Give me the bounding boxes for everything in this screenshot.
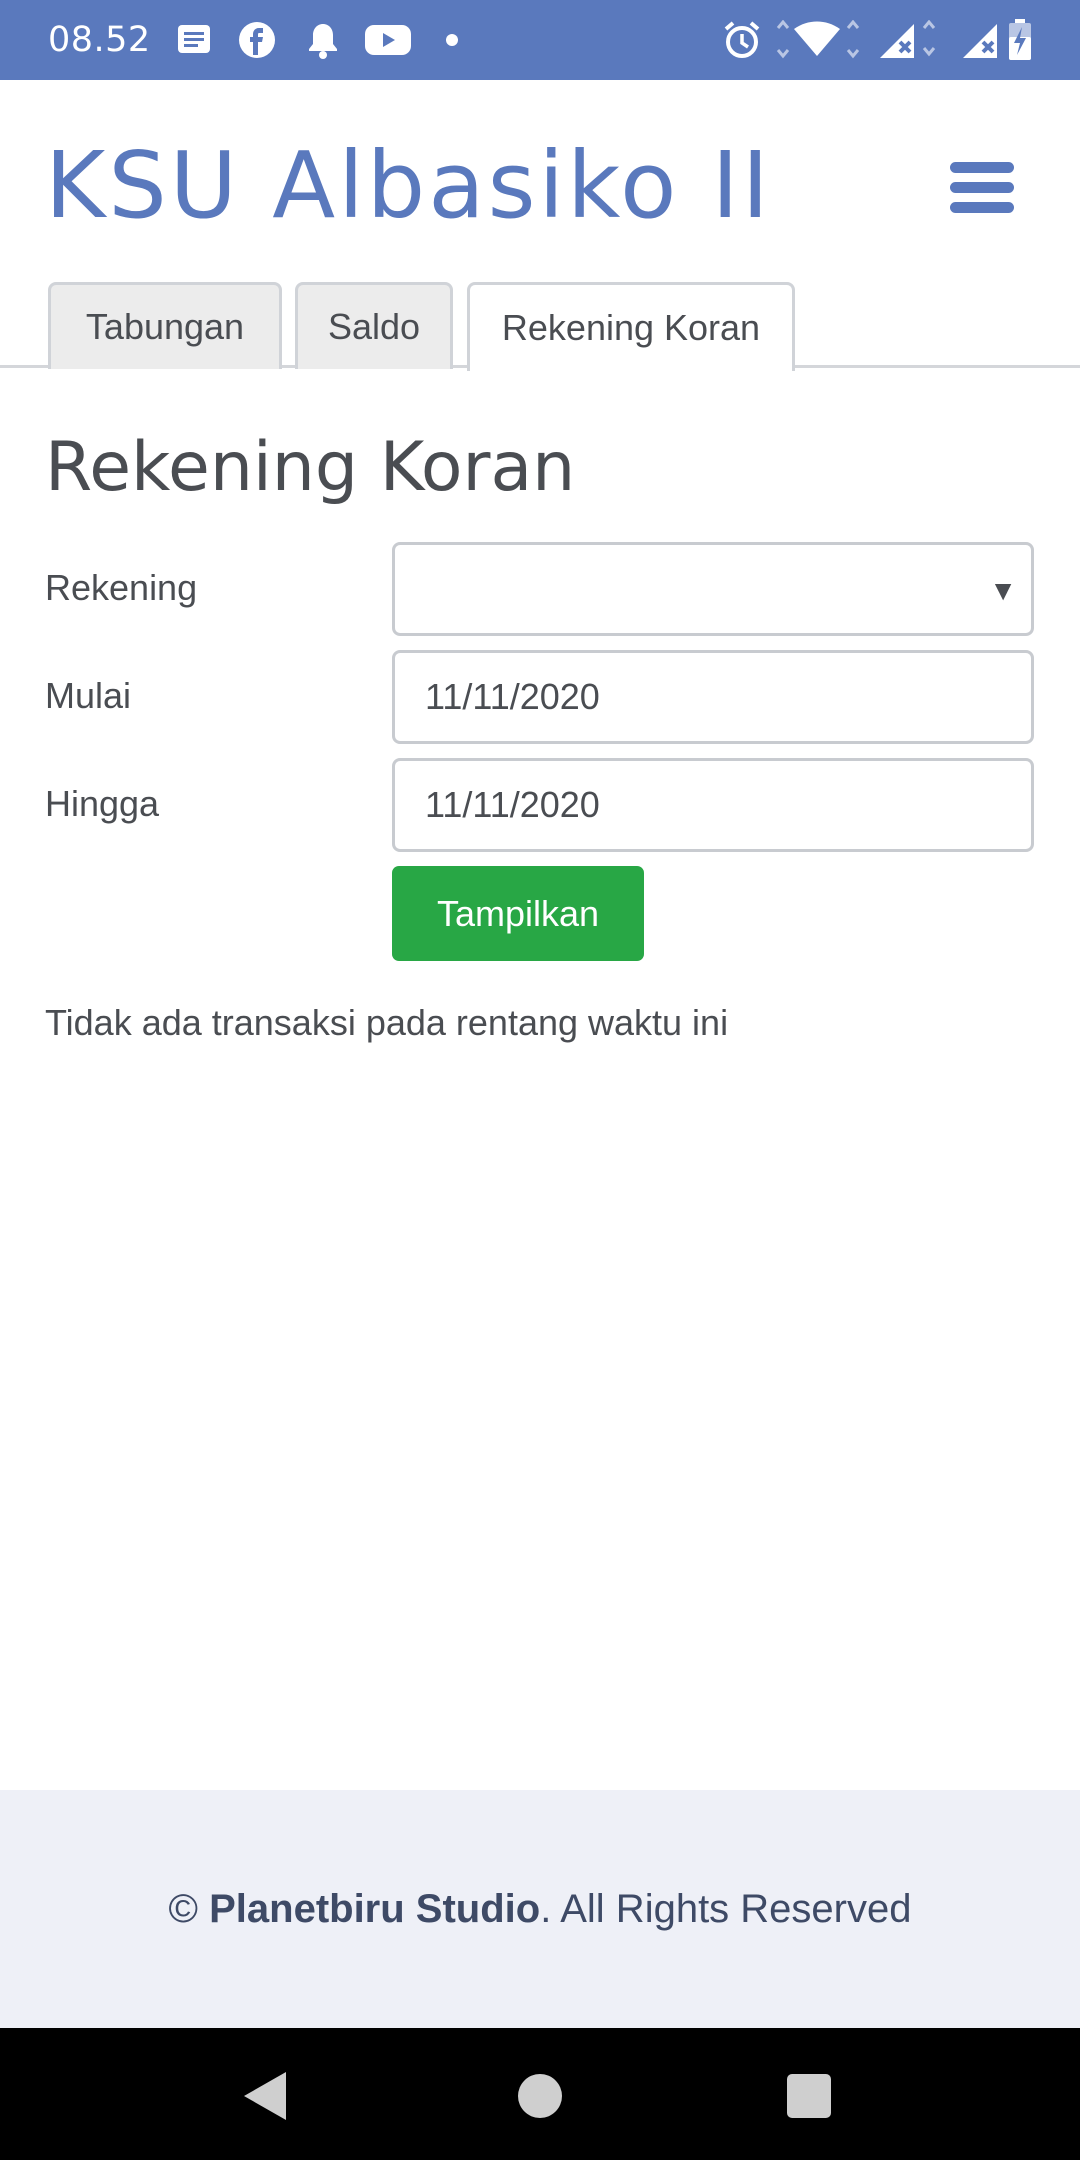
tampilkan-button[interactable]: Tampilkan [392,866,644,961]
footer: © Planetbiru Studio. All Rights Reserved [0,1790,1080,2028]
footer-suffix: . All Rights Reserved [540,1886,912,1931]
tab-saldo[interactable]: Saldo [295,282,453,369]
facebook-icon [237,20,277,60]
message-icon [174,20,214,60]
navigation-bar [0,2028,1080,2160]
app-header: KSU Albasiko II [0,80,1080,280]
hingga-date-input[interactable]: 11/11/2020 [392,758,1034,852]
tab-bar: Tabungan Saldo Rekening Koran [0,280,1080,371]
back-icon[interactable] [244,2072,286,2120]
hamburger-menu-icon[interactable] [950,162,1014,214]
signal-icon [878,20,940,60]
hingga-label: Hingga [45,783,160,824]
dot-icon [444,20,460,60]
copyright-symbol: © [168,1886,198,1931]
youtube-icon [364,20,412,60]
home-icon[interactable] [518,2074,562,2118]
bell-icon [303,20,343,60]
page-title: Rekening Koran [45,428,576,507]
app-title: KSU Albasiko II [45,132,772,239]
tab-rekening-koran[interactable]: Rekening Koran [467,282,795,371]
alarm-icon [720,20,764,60]
rekening-select[interactable]: ▼ [392,542,1034,636]
status-time: 08.52 [48,20,151,60]
wifi-icon [776,20,860,60]
rekening-label: Rekening [45,567,198,608]
recent-apps-icon[interactable] [787,2074,831,2118]
battery-charging-icon [1006,19,1034,60]
footer-brand: Planetbiru Studio [209,1886,541,1931]
tab-tabungan[interactable]: Tabungan [48,282,282,369]
signal-icon [960,20,1002,60]
mulai-date-input[interactable]: 11/11/2020 [392,650,1034,744]
status-bar: 08.52 [0,0,1080,80]
empty-transaction-message: Tidak ada transaksi pada rentang waktu i… [45,1002,729,1043]
mulai-label: Mulai [45,675,132,716]
dropdown-arrow-icon: ▼ [989,575,1017,606]
